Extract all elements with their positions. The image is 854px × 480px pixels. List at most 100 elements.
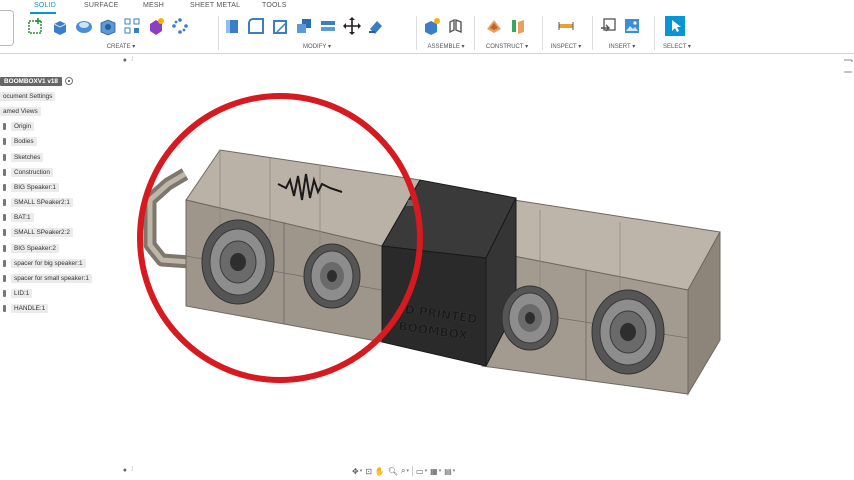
visibility-icon[interactable] (3, 137, 6, 145)
combine-icon[interactable] (294, 16, 314, 36)
pattern-icon[interactable] (122, 16, 142, 36)
visibility-icon[interactable] (3, 198, 6, 206)
visibility-icon[interactable] (3, 122, 6, 130)
display-settings-icon[interactable]: ▭ ▾ (416, 467, 427, 476)
separator (474, 16, 475, 50)
tab-mesh[interactable]: MESH (143, 2, 164, 9)
tree-item-label: Construction (11, 167, 53, 177)
tree-item-component[interactable]: HANDLE:1 (0, 302, 49, 314)
move-icon[interactable] (342, 16, 362, 36)
pane-divider-icon[interactable]: ⁞ (131, 467, 133, 473)
separator (592, 16, 593, 50)
select-menu[interactable]: SELECT ▾ (660, 43, 694, 50)
orbit-icon[interactable]: ✥ ▾ (352, 467, 362, 476)
navigation-bar: ✥ ▾ ⊡ ✋ 🔍︎ ⌕ ▾ ▭ ▾ ▦ ▾ ▤ ▾ (352, 464, 455, 478)
visibility-icon[interactable] (3, 153, 6, 161)
visibility-icon[interactable] (3, 183, 6, 191)
comments-collapse-icon[interactable]: ● (123, 467, 127, 474)
model-canvas[interactable]: 3D PRINTED BOOMBOX (120, 80, 740, 410)
tree-item-component[interactable]: spacer for small speaker:1 (0, 272, 92, 284)
tree-root[interactable]: BOOMBOXV1 v18 (0, 75, 73, 87)
visibility-icon[interactable] (3, 244, 6, 252)
select-group: SELECT ▾ (660, 14, 694, 52)
visibility-icon[interactable] (3, 259, 6, 267)
tree-item-label: Sketches (11, 152, 44, 162)
select-cursor-icon[interactable] (665, 16, 685, 36)
visibility-icon[interactable] (3, 213, 6, 221)
form-icon[interactable] (146, 16, 166, 36)
viewcube-home-icon[interactable] (840, 58, 854, 74)
press-pull-icon[interactable] (170, 16, 190, 36)
separator (416, 16, 417, 50)
tree-item-label: ocument Settings (0, 91, 56, 101)
midplane-icon[interactable] (508, 16, 528, 36)
modify-menu[interactable]: MODIFY ▾ (222, 43, 412, 50)
tree-item-origin[interactable]: Origin (0, 120, 35, 132)
look-at-icon[interactable]: ⊡ (365, 467, 372, 476)
comments-panel: ● ⁞ (0, 466, 133, 478)
tree-item-component[interactable]: LID:1 (0, 287, 33, 299)
measure-icon[interactable] (556, 16, 576, 36)
tree-item-label: LID:1 (11, 288, 33, 298)
create-menu[interactable]: CREATE ▾ (26, 43, 216, 50)
sketch-icon[interactable] (26, 16, 46, 36)
tree-item-bodies[interactable]: Bodies (0, 135, 37, 147)
inspect-menu[interactable]: INSPECT ▾ (550, 43, 582, 50)
visibility-icon[interactable] (3, 289, 6, 297)
revolve-icon[interactable] (74, 16, 94, 36)
root-component-label: BOOMBOXV1 v18 (0, 76, 62, 86)
box-icon[interactable] (98, 16, 118, 36)
tab-tools[interactable]: TOOLS (262, 2, 287, 9)
tree-item-component[interactable]: spacer for big speaker:1 (0, 257, 86, 269)
visibility-icon[interactable] (3, 228, 6, 236)
tree-item-component[interactable]: BIG Speaker:1 (0, 181, 59, 193)
browser-collapse-icon[interactable]: ● (123, 57, 127, 64)
offset-plane-icon[interactable] (484, 16, 504, 36)
tree-item-label: Origin (11, 121, 35, 131)
pan-icon[interactable]: ✋ (375, 467, 385, 476)
tab-solid[interactable]: SOLID (34, 2, 56, 9)
fillet-icon[interactable] (222, 16, 242, 36)
visibility-icon[interactable] (3, 304, 6, 312)
assemble-group: ASSEMBLE ▾ (422, 14, 470, 52)
visibility-icon[interactable] (3, 168, 6, 176)
activate-radio-icon[interactable] (64, 77, 73, 85)
data-panel-toggle[interactable] (0, 10, 14, 46)
chamfer-icon[interactable] (246, 16, 266, 36)
pane-divider-icon[interactable]: ⁞ (131, 57, 133, 63)
tab-surface[interactable]: SURFACE (84, 2, 118, 9)
tree-item-label: Bodies (11, 136, 37, 146)
grid-settings-icon[interactable]: ▦ ▾ (430, 467, 441, 476)
assemble-menu[interactable]: ASSEMBLE ▾ (422, 43, 470, 50)
fit-icon[interactable]: ⌕ ▾ (401, 466, 409, 476)
separator (542, 16, 543, 50)
split-icon[interactable] (318, 16, 338, 36)
extrude-icon[interactable] (50, 16, 70, 36)
new-component-icon[interactable] (422, 16, 442, 36)
separator (412, 466, 414, 476)
tab-sheet-metal[interactable]: SHEET METAL (190, 2, 240, 9)
tree-item-component[interactable]: BIG Speaker:2 (0, 242, 59, 254)
zoom-icon[interactable]: 🔍︎ (388, 467, 398, 476)
joint-icon[interactable] (446, 16, 466, 36)
tree-item-component[interactable]: SMALL SPeaker2:1 (0, 196, 73, 208)
shell-icon[interactable] (270, 16, 290, 36)
insert-menu[interactable]: INSERT ▾ (598, 43, 646, 50)
insert-icon[interactable] (598, 16, 618, 36)
tree-item-label: HANDLE:1 (11, 303, 49, 313)
tree-item-label: SMALL SPeaker2:2 (11, 227, 73, 237)
small-speaker-right (501, 285, 559, 351)
tree-item-component[interactable]: SMALL SPeaker2:2 (0, 226, 73, 238)
viewports-icon[interactable]: ▤ ▾ (444, 467, 455, 476)
scale-icon[interactable] (366, 16, 386, 36)
tree-item-document-settings[interactable]: ocument Settings (0, 90, 56, 102)
tree-item-construction[interactable]: Construction (0, 166, 53, 178)
tree-item-component[interactable]: BAT:1 (0, 211, 34, 223)
tree-item-sketches[interactable]: Sketches (0, 151, 44, 163)
handle-part (143, 168, 191, 269)
canvas-image-icon[interactable] (622, 16, 642, 36)
construct-menu[interactable]: CONSTRUCT ▾ (484, 43, 530, 50)
visibility-icon[interactable] (3, 274, 6, 282)
tree-item-named-views[interactable]: amed Views (0, 105, 41, 117)
ribbon-toolbar: SOLID SURFACE MESH SHEET METAL TOOLS CRE… (0, 0, 854, 54)
